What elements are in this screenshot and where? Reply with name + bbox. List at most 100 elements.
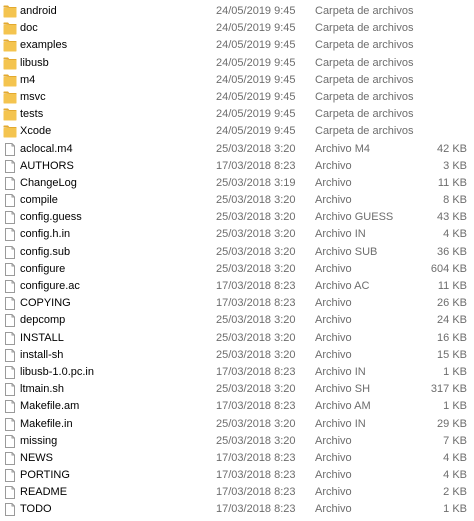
file-size: 11 KB xyxy=(437,280,467,292)
file-type: Archivo xyxy=(315,331,352,344)
list-item[interactable]: README 17/03/2018 8:23 Archivo 2 KB xyxy=(0,484,474,501)
list-item[interactable]: Makefile.am 17/03/2018 8:23 Archivo AM 1… xyxy=(0,398,474,415)
list-item[interactable]: examples 24/05/2019 9:45 Carpeta de arch… xyxy=(0,37,474,54)
file-type: Archivo M4 xyxy=(315,142,371,155)
file-name: NEWS xyxy=(20,451,53,464)
file-type: Archivo xyxy=(315,486,352,499)
file-name: aclocal.m4 xyxy=(20,142,73,155)
list-item[interactable]: Xcode 24/05/2019 9:45 Carpeta de archivo… xyxy=(0,123,474,140)
file-name: libusb-1.0.pc.in xyxy=(20,365,94,378)
file-icon xyxy=(3,159,17,173)
list-item[interactable]: m4 24/05/2019 9:45 Carpeta de archivos xyxy=(0,72,474,89)
list-item[interactable]: config.guess 25/03/2018 3:20 Archivo GUE… xyxy=(0,209,474,226)
file-size: 1 KB xyxy=(443,503,467,516)
list-item[interactable]: compile 25/03/2018 3:20 Archivo 8 KB xyxy=(0,192,474,209)
file-date: 25/03/2018 3:20 xyxy=(216,331,296,344)
file-name: PORTING xyxy=(20,469,70,482)
file-icon xyxy=(3,331,17,345)
file-date: 17/03/2018 8:23 xyxy=(216,400,296,413)
file-name: Makefile.am xyxy=(20,400,80,413)
file-icon xyxy=(3,314,17,328)
file-name: COPYING xyxy=(20,297,71,310)
file-date: 17/03/2018 8:23 xyxy=(216,486,296,499)
list-item[interactable]: aclocal.m4 25/03/2018 3:20 Archivo M4 42… xyxy=(0,141,474,158)
file-type: Archivo SH xyxy=(315,383,371,396)
list-item[interactable]: config.h.in 25/03/2018 3:20 Archivo IN 4… xyxy=(0,226,474,243)
list-item[interactable]: android 24/05/2019 9:45 Carpeta de archi… xyxy=(0,3,474,20)
file-date: 25/03/2018 3:20 xyxy=(216,142,296,155)
list-item[interactable]: depcomp 25/03/2018 3:20 Archivo 24 KB xyxy=(0,312,474,329)
file-icon xyxy=(3,365,17,379)
file-name: install-sh xyxy=(20,348,64,361)
file-type: Carpeta de archivos xyxy=(315,5,414,17)
file-name: INSTALL xyxy=(20,331,64,344)
file-icon xyxy=(3,417,17,431)
file-size: 4 KB xyxy=(443,451,467,464)
list-item[interactable]: libusb-1.0.pc.in 17/03/2018 8:23 Archivo… xyxy=(0,364,474,381)
folder-icon xyxy=(3,22,17,35)
file-type: Carpeta de archivos xyxy=(315,39,414,52)
file-size: 317 KB xyxy=(430,383,467,396)
file-date: 24/05/2019 9:45 xyxy=(216,73,296,86)
folder-icon xyxy=(3,108,17,121)
file-date: 24/05/2019 9:45 xyxy=(216,39,296,52)
list-item[interactable]: Makefile.in 25/03/2018 3:20 Archivo IN 2… xyxy=(0,416,474,433)
file-type: Carpeta de archivos xyxy=(315,90,414,103)
file-date: 25/03/2018 3:19 xyxy=(216,176,296,189)
list-item[interactable]: doc 24/05/2019 9:45 Carpeta de archivos xyxy=(0,20,474,37)
file-type: Archivo GUESS xyxy=(315,211,394,224)
file-date: 25/03/2018 3:20 xyxy=(216,348,296,361)
list-item[interactable]: tests 24/05/2019 9:45 Carpeta de archivo… xyxy=(0,106,474,123)
file-size: 26 KB xyxy=(437,297,467,310)
file-icon xyxy=(3,400,17,414)
file-type: Archivo SUB xyxy=(315,245,378,258)
list-item[interactable]: configure.ac 17/03/2018 8:23 Archivo AC … xyxy=(0,278,474,295)
file-size: 4 KB xyxy=(443,228,467,241)
file-name: doc xyxy=(20,22,38,35)
list-item[interactable]: install-sh 25/03/2018 3:20 Archivo 15 KB xyxy=(0,347,474,364)
file-icon xyxy=(3,469,17,483)
file-date: 25/03/2018 3:20 xyxy=(216,194,296,207)
file-size: 24 KB xyxy=(437,314,467,327)
folder-icon xyxy=(3,125,17,138)
file-name: config.sub xyxy=(20,245,71,258)
list-item[interactable]: INSTALL 25/03/2018 3:20 Archivo 16 KB xyxy=(0,330,474,347)
list-item[interactable]: AUTHORS 17/03/2018 8:23 Archivo 3 KB xyxy=(0,158,474,175)
file-size: 1 KB xyxy=(443,365,467,378)
file-icon xyxy=(3,245,17,259)
list-item[interactable]: libusb 24/05/2019 9:45 Carpeta de archiv… xyxy=(0,55,474,72)
file-icon xyxy=(3,348,17,362)
file-type: Archivo xyxy=(315,503,352,516)
list-item[interactable]: NEWS 17/03/2018 8:23 Archivo 4 KB xyxy=(0,450,474,467)
list-item[interactable]: ltmain.sh 25/03/2018 3:20 Archivo SH 317… xyxy=(0,381,474,398)
file-date: 24/05/2019 9:45 xyxy=(216,22,296,35)
file-date: 24/05/2019 9:45 xyxy=(216,90,296,103)
file-name: missing xyxy=(20,434,58,447)
file-size: 604 KB xyxy=(430,262,467,275)
list-item[interactable]: COPYING 17/03/2018 8:23 Archivo 26 KB xyxy=(0,295,474,312)
list-item[interactable]: config.sub 25/03/2018 3:20 Archivo SUB 3… xyxy=(0,244,474,261)
file-name: configure.ac xyxy=(20,280,80,292)
file-name: msvc xyxy=(20,90,46,103)
list-item[interactable]: configure 25/03/2018 3:20 Archivo 604 KB xyxy=(0,261,474,278)
file-date: 17/03/2018 8:23 xyxy=(216,469,296,482)
file-type: Carpeta de archivos xyxy=(315,125,414,138)
list-item[interactable]: msvc 24/05/2019 9:45 Carpeta de archivos xyxy=(0,89,474,106)
list-item[interactable]: PORTING 17/03/2018 8:23 Archivo 4 KB xyxy=(0,467,474,484)
file-icon xyxy=(3,262,17,276)
file-size: 8 KB xyxy=(443,194,467,207)
file-type: Archivo xyxy=(315,176,352,189)
list-item[interactable]: ChangeLog 25/03/2018 3:19 Archivo 11 KB xyxy=(0,175,474,192)
file-size: 43 KB xyxy=(437,211,467,224)
file-date: 25/03/2018 3:20 xyxy=(216,383,296,396)
file-size: 2 KB xyxy=(443,486,467,499)
file-icon xyxy=(3,297,17,311)
file-date: 25/03/2018 3:20 xyxy=(216,228,296,241)
file-date: 25/03/2018 3:20 xyxy=(216,314,296,327)
file-name: examples xyxy=(20,39,68,52)
file-type: Carpeta de archivos xyxy=(315,22,414,35)
file-icon xyxy=(3,503,17,517)
file-name: Xcode xyxy=(20,125,52,138)
list-item[interactable]: missing 25/03/2018 3:20 Archivo 7 KB xyxy=(0,433,474,450)
list-item[interactable]: TODO 17/03/2018 8:23 Archivo 1 KB xyxy=(0,501,474,518)
